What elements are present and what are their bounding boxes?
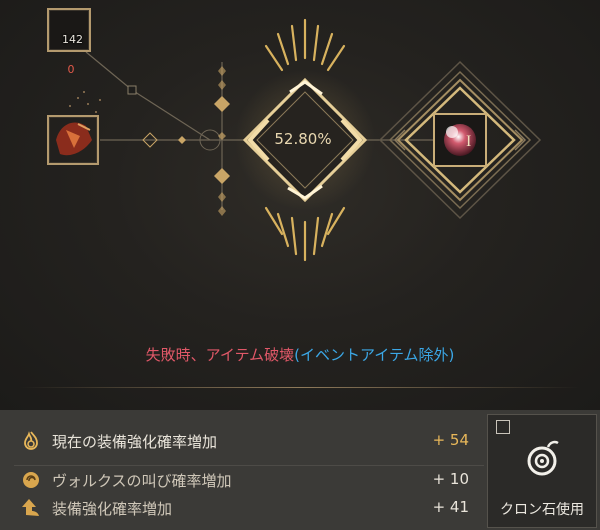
- failure-warning: 失敗時、アイテム破壊(イベントアイテム除外): [0, 344, 600, 365]
- bonus-value: + 54: [432, 431, 469, 449]
- bonus-value: + 41: [432, 498, 469, 516]
- connector-diamonds: [142, 66, 230, 216]
- stone-count: 142: [62, 33, 83, 46]
- equipment-slot[interactable]: [47, 115, 99, 165]
- bonus-label: 装備強化確率増加: [52, 500, 173, 518]
- bonus-row-equipment: 装備強化確率増加 + 41: [0, 495, 485, 523]
- success-rate: 52.80%: [274, 130, 332, 148]
- kron-stone-icon: [522, 437, 564, 479]
- stone-owned-count: 0: [67, 63, 75, 76]
- bonus-label: 現在の装備強化確率増加: [52, 433, 218, 451]
- sparkle-particles: [69, 91, 101, 113]
- kron-checkbox[interactable]: [496, 420, 510, 434]
- bonus-row-current: 現在の装備強化確率増加 + 54: [0, 428, 485, 456]
- black-stone-slot[interactable]: 142: [47, 8, 91, 52]
- bonus-value: + 10: [432, 470, 469, 488]
- bonus-label: ヴォルクスの叫び確率増加: [52, 472, 232, 490]
- warning-event-exclusion-text: (イベントアイテム除外): [294, 346, 455, 364]
- kron-stone-label: クロン石使用: [500, 502, 584, 518]
- moon-swirl-icon: [20, 469, 42, 491]
- flame-swirl-icon: [20, 430, 42, 452]
- bonus-row-valks: ヴォルクスの叫び確率増加 + 10: [0, 467, 485, 495]
- enhancement-stage: I 142 0 52.80% 失敗時、アイテム破壊(イベントアイテム除外): [0, 0, 600, 410]
- warning-destroy-text: 失敗時、アイテム破壊: [145, 346, 295, 364]
- kron-stone-toggle[interactable]: クロン石使用: [487, 414, 597, 528]
- section-divider: [20, 387, 580, 388]
- result-level-text: I: [466, 133, 471, 150]
- connector-node-square: [127, 85, 137, 95]
- row-divider: [14, 465, 484, 466]
- up-arrow-icon: [20, 497, 42, 519]
